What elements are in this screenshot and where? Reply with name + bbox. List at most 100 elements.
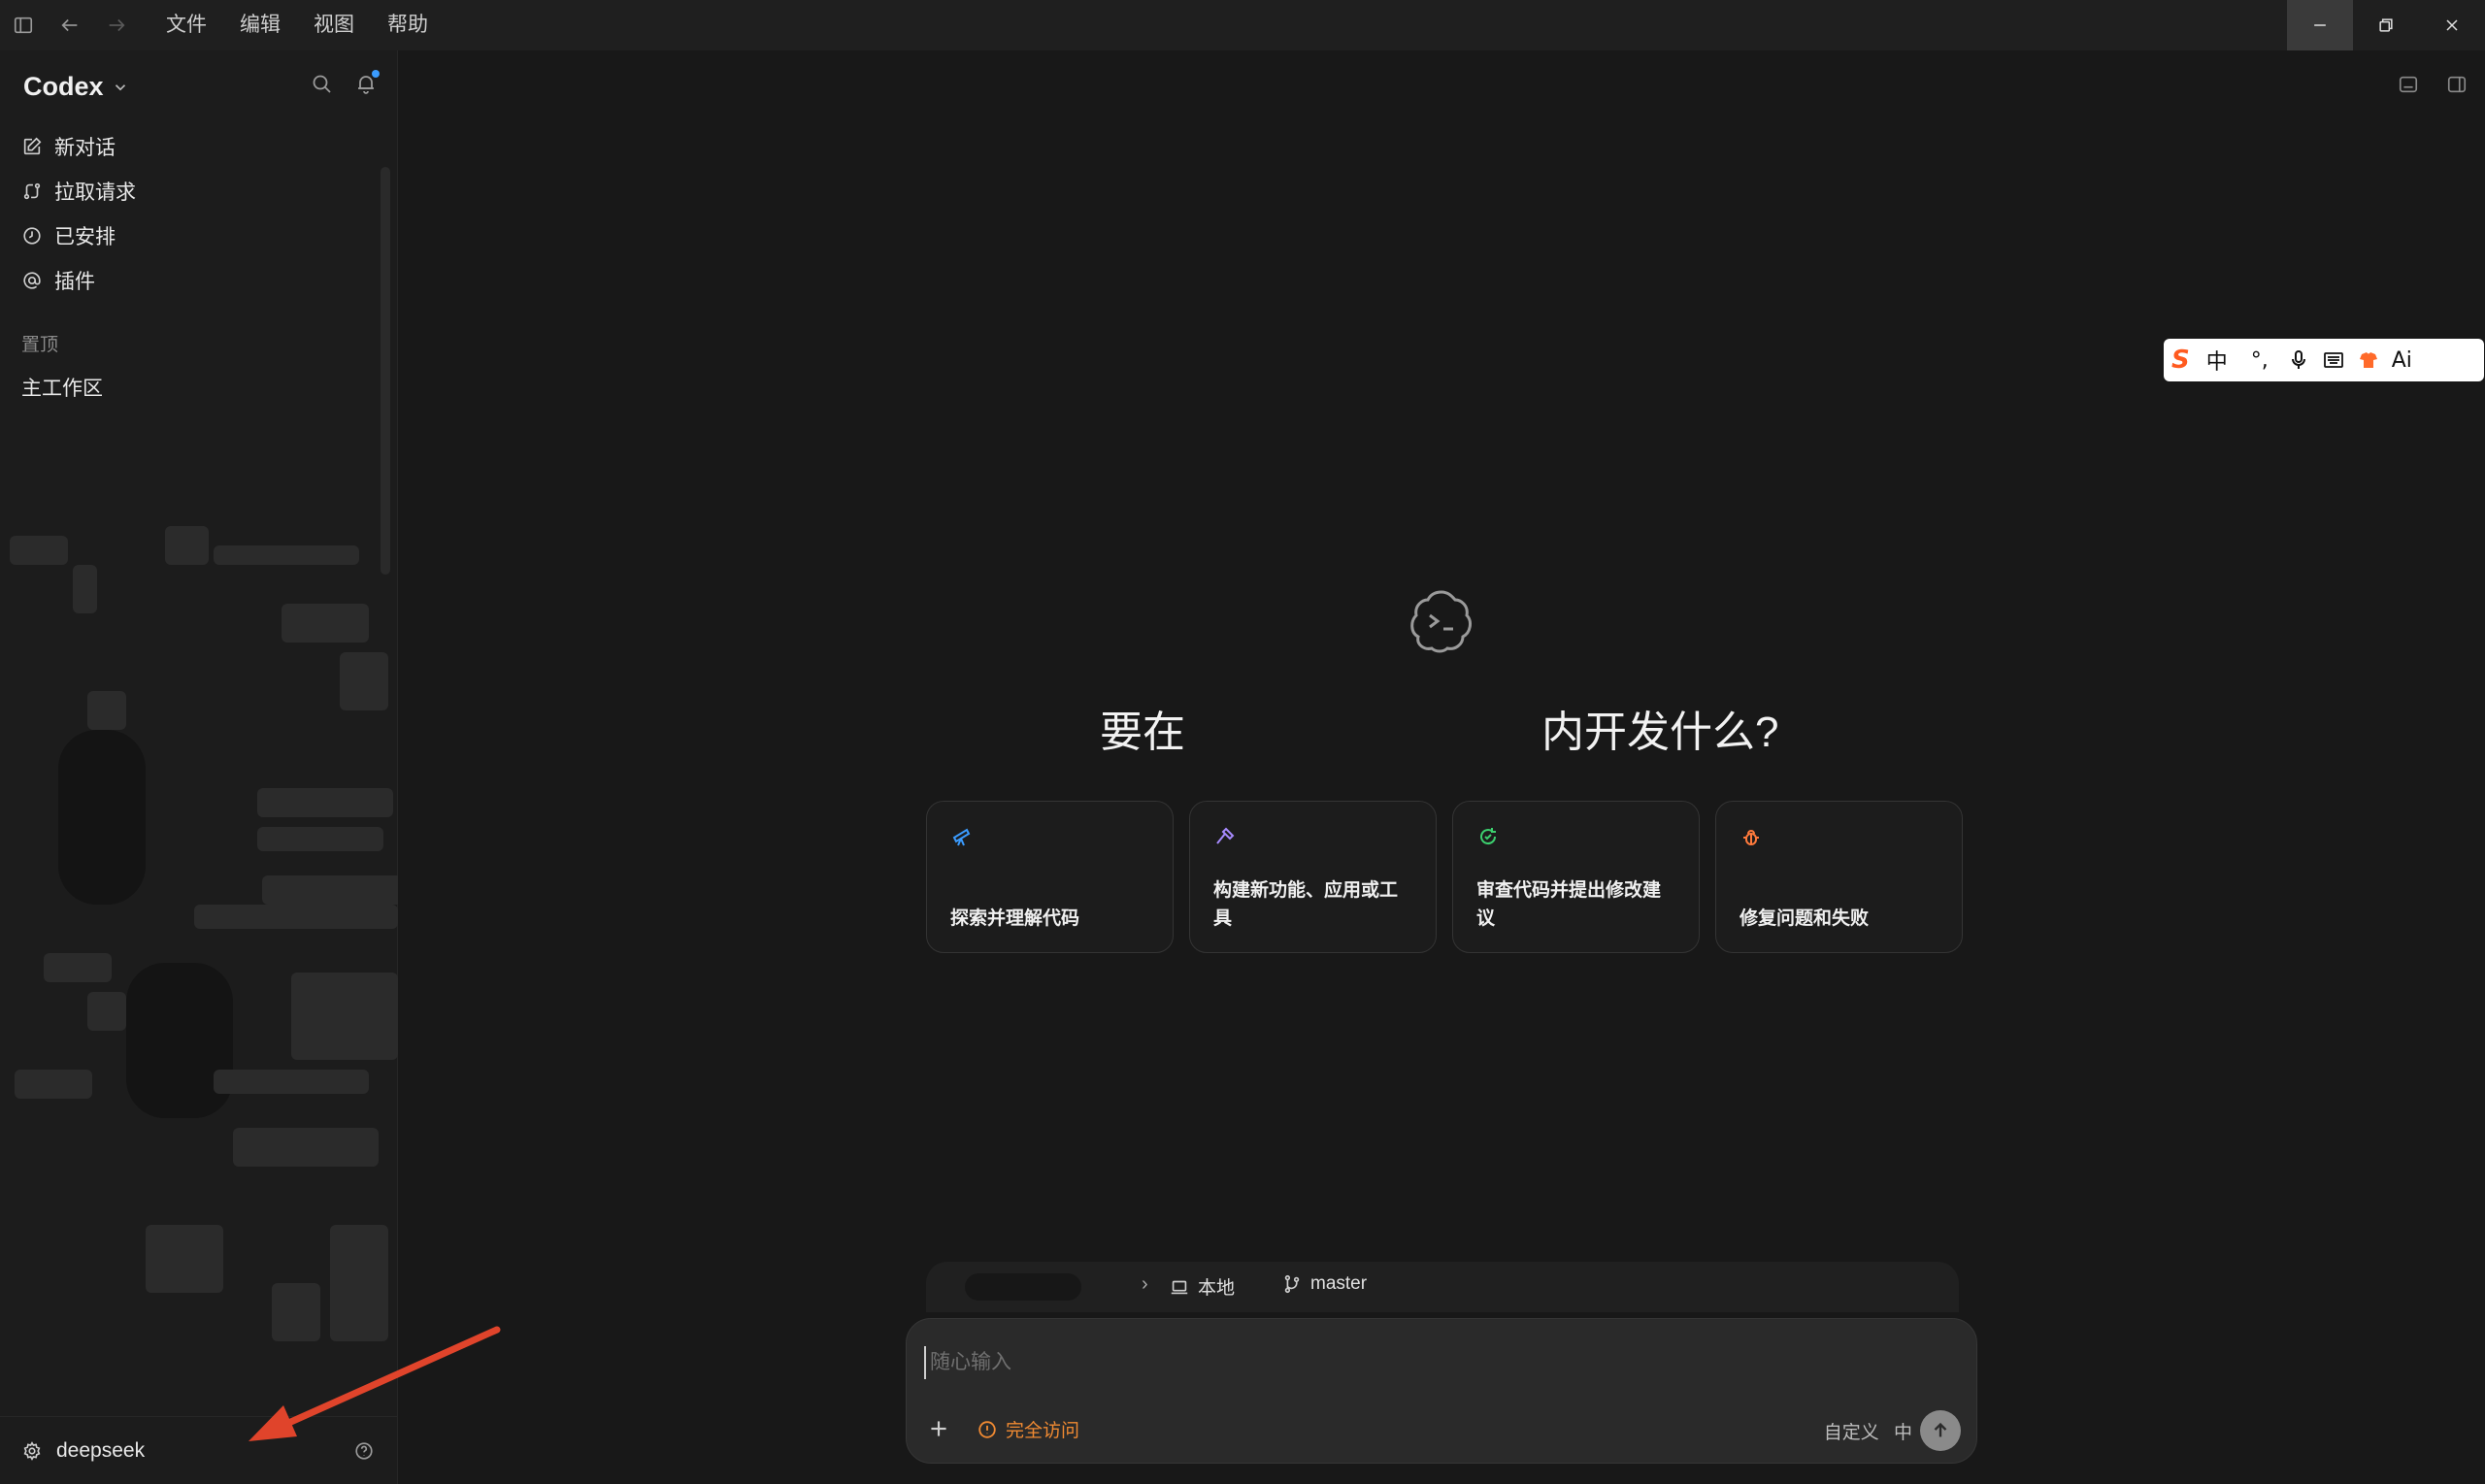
sidebar-item-label: 拉取请求 bbox=[54, 181, 136, 204]
title-bar: 文件 编辑 视图 帮助 bbox=[0, 0, 2485, 50]
redacted-block bbox=[340, 652, 388, 710]
sidebar-item-new-chat[interactable]: 新对话 bbox=[21, 124, 136, 169]
redacted-block bbox=[233, 1128, 379, 1167]
minimize-button[interactable] bbox=[2287, 0, 2353, 50]
suggestion-card-label: 探索并理解代码 bbox=[950, 908, 1080, 929]
redacted-block bbox=[15, 1070, 92, 1099]
pull-request-icon bbox=[23, 182, 41, 200]
ime-logo[interactable]: S bbox=[2171, 346, 2190, 375]
app-title: Codex bbox=[23, 72, 104, 101]
access-mode-label: 完全访问 bbox=[1006, 1421, 1080, 1441]
ime-toolbar[interactable]: S 中 °, Ai bbox=[2164, 339, 2484, 381]
suggestion-card-label: 修复问题和失败 bbox=[1740, 908, 1870, 929]
sidebar-item-label: 插件 bbox=[54, 271, 95, 293]
redacted-block bbox=[194, 905, 398, 929]
bottom-panel-toggle-icon[interactable] bbox=[2398, 74, 2419, 95]
suggestion-cards: 探索并理解代码 构建新功能、应用或工具 审查代码并提出修改建议 修复问题和失败 bbox=[926, 801, 1963, 953]
telescope-icon bbox=[950, 825, 976, 850]
skin-icon[interactable] bbox=[2357, 348, 2380, 372]
annotation-arrow bbox=[248, 1326, 501, 1441]
composer-context-bar: › 本地 master bbox=[926, 1262, 1959, 1312]
bug-icon bbox=[1740, 825, 1765, 850]
redacted-block bbox=[146, 1225, 223, 1293]
composer: 完全访问 自定义 中 bbox=[906, 1318, 1977, 1464]
redacted-block bbox=[87, 691, 126, 730]
suggestion-card-explore[interactable]: 探索并理解代码 bbox=[926, 801, 1174, 953]
minimize-icon bbox=[2314, 24, 2326, 26]
arrow-up-icon bbox=[1934, 1422, 1947, 1437]
suggestion-card-review[interactable]: 审查代码并提出修改建议 bbox=[1452, 801, 1700, 953]
suggestion-card-build[interactable]: 构建新功能、应用或工具 bbox=[1189, 801, 1437, 953]
menu-edit[interactable]: 编辑 bbox=[223, 0, 297, 50]
sidebar-item-pull-requests[interactable]: 拉取请求 bbox=[21, 169, 136, 214]
account-name[interactable]: deepseek bbox=[56, 1439, 145, 1463]
microphone-icon[interactable] bbox=[2287, 348, 2310, 372]
send-button[interactable] bbox=[1920, 1410, 1961, 1451]
sidebar-tools bbox=[310, 70, 380, 95]
sidebar-item-plugins[interactable]: 插件 bbox=[21, 258, 136, 303]
redacted-block bbox=[10, 536, 68, 565]
add-attachment-button[interactable] bbox=[926, 1416, 951, 1441]
gear-icon[interactable] bbox=[21, 1440, 43, 1462]
sidebar-item-label: 新对话 bbox=[54, 137, 116, 159]
project-chevron[interactable]: › bbox=[1142, 1273, 1148, 1296]
warning-circle-icon bbox=[978, 1420, 996, 1438]
redacted-block bbox=[214, 545, 359, 565]
redacted-block bbox=[257, 788, 393, 817]
right-panel-toggle-icon[interactable] bbox=[2446, 74, 2468, 95]
redacted-block bbox=[165, 526, 209, 565]
redacted-project-name bbox=[965, 1273, 1081, 1301]
branch-label: master bbox=[1310, 1273, 1368, 1294]
pinned-section-label: 置顶 bbox=[21, 335, 59, 355]
edit-icon bbox=[23, 137, 42, 155]
suggestion-card-label: 审查代码并提出修改建议 bbox=[1476, 880, 1662, 929]
prompt-input[interactable] bbox=[924, 1346, 1798, 1379]
redacted-thread-list bbox=[0, 468, 398, 1448]
sidebar-item-label: 已安排 bbox=[54, 226, 116, 248]
pinned-workspace-item[interactable]: 主工作区 bbox=[21, 373, 103, 402]
sidebar-toggle-icon[interactable] bbox=[0, 0, 47, 50]
custom-label: 自定义 bbox=[1823, 1423, 1879, 1443]
suggestion-card-fix[interactable]: 修复问题和失败 bbox=[1715, 801, 1963, 953]
ime-punctuation[interactable]: °, bbox=[2244, 348, 2275, 373]
redacted-block bbox=[87, 992, 126, 1031]
sidebar: Codex 新对话 拉取请求 已安排 插件 置顶 主工作区 deepseek bbox=[0, 50, 398, 1484]
location-label: 本地 bbox=[1198, 1278, 1236, 1299]
redacted-block bbox=[58, 730, 146, 905]
search-icon[interactable] bbox=[310, 72, 333, 95]
review-icon bbox=[1476, 825, 1502, 850]
restore-button[interactable] bbox=[2353, 0, 2419, 50]
window-controls bbox=[2287, 0, 2485, 50]
chevron-down-icon bbox=[115, 83, 125, 90]
location-selector[interactable]: 本地 bbox=[1169, 1273, 1235, 1300]
redacted-block bbox=[126, 963, 233, 1118]
menu-view[interactable]: 视图 bbox=[297, 0, 371, 50]
at-icon bbox=[23, 272, 41, 289]
laptop-icon bbox=[1171, 1280, 1188, 1294]
forward-arrow-icon[interactable] bbox=[93, 0, 140, 50]
workspace-switcher[interactable]: Codex bbox=[23, 72, 129, 102]
ime-mode[interactable]: 中 bbox=[2202, 345, 2233, 376]
bell-icon[interactable] bbox=[354, 70, 380, 95]
redacted-block bbox=[282, 604, 369, 643]
ime-ai-label[interactable]: Ai bbox=[2392, 348, 2412, 373]
close-button[interactable] bbox=[2419, 0, 2485, 50]
model-settings-button[interactable]: 自定义 中 bbox=[1824, 1418, 1912, 1444]
keyboard-icon[interactable] bbox=[2322, 348, 2345, 372]
redacted-block bbox=[257, 827, 383, 851]
back-arrow-icon[interactable] bbox=[47, 0, 93, 50]
menu-help[interactable]: 帮助 bbox=[371, 0, 445, 50]
redacted-block bbox=[44, 953, 112, 982]
restore-icon bbox=[2379, 18, 2393, 32]
clock-icon bbox=[23, 227, 41, 245]
sidebar-nav: 新对话 拉取请求 已安排 插件 bbox=[21, 124, 136, 303]
redacted-block bbox=[73, 565, 97, 613]
main-panel: S 中 °, Ai 要在 内开发什么? 探索并理解代码 构建新功能、应用或工具 bbox=[399, 50, 2485, 1484]
branch-selector[interactable]: master bbox=[1281, 1273, 1367, 1295]
headline-suffix: 内开发什么? bbox=[1541, 709, 1779, 756]
hammer-icon bbox=[1213, 825, 1239, 850]
menu-file[interactable]: 文件 bbox=[149, 0, 223, 50]
access-mode-button[interactable]: 完全访问 bbox=[977, 1416, 1079, 1442]
language-indicator: 中 bbox=[1893, 1423, 1912, 1443]
sidebar-item-scheduled[interactable]: 已安排 bbox=[21, 214, 136, 258]
